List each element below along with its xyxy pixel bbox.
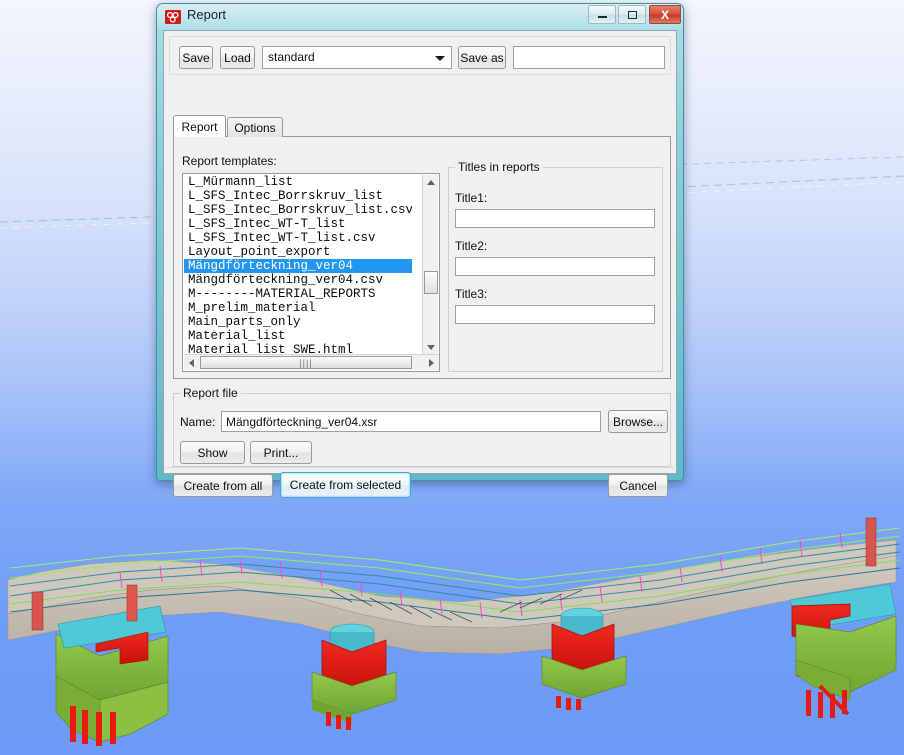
vertical-scrollbar-thumb[interactable] [424, 271, 438, 294]
list-item[interactable]: L_Mürmann_list [184, 175, 412, 189]
window-title: Report [187, 7, 227, 22]
title3-label: Title3: [455, 287, 488, 301]
tab-report[interactable]: Report [173, 115, 226, 137]
create-from-selected-button[interactable]: Create from selected [280, 472, 411, 498]
load-button[interactable]: Load [220, 46, 255, 69]
list-item[interactable]: Mängdförteckning_ver04.csv [184, 273, 412, 287]
list-item[interactable]: L_SFS_Intec_WT-T_list.csv [184, 231, 412, 245]
minimize-button[interactable] [588, 5, 616, 24]
title2-input[interactable] [455, 257, 655, 276]
title1-label: Title1: [455, 191, 488, 205]
horizontal-scrollbar-thumb[interactable]: |||| [200, 356, 412, 369]
list-item[interactable]: L_SFS_Intec_Borrskruv_list [184, 189, 412, 203]
browse-button[interactable]: Browse... [608, 410, 668, 433]
save-button[interactable]: Save [179, 46, 213, 69]
report-dialog[interactable]: Report X Save Load standard Save as Repo… [156, 3, 684, 498]
footer-divider [165, 467, 677, 468]
maximize-icon [619, 6, 645, 23]
listbox-horizontal-scrollbar[interactable]: |||| [184, 354, 439, 370]
list-item[interactable]: M_prelim_material [184, 301, 412, 315]
close-button[interactable]: X [649, 5, 681, 24]
report-templates-list[interactable]: L_Mürmann_list L_SFS_Intec_Borrskruv_lis… [184, 175, 412, 355]
attribute-combobox[interactable]: standard [262, 46, 452, 69]
cancel-button[interactable]: Cancel [608, 474, 668, 497]
titles-in-reports-label: Titles in reports [455, 160, 543, 174]
close-icon: X [660, 7, 669, 22]
attribute-combobox-value: standard [268, 50, 315, 64]
chevron-down-icon[interactable] [435, 56, 445, 61]
list-item[interactable]: Material_list [184, 329, 412, 343]
listbox-vertical-scrollbar[interactable] [422, 175, 438, 355]
tab-options[interactable]: Options [227, 117, 283, 137]
report-templates-listbox[interactable]: L_Mürmann_list L_SFS_Intec_Borrskruv_lis… [182, 173, 440, 372]
list-item[interactable]: L_SFS_Intec_Borrskruv_list.csv [184, 203, 412, 217]
tekla-report-icon [165, 10, 181, 24]
scroll-down-icon[interactable] [423, 340, 438, 355]
list-item-selected[interactable]: Mängdförteckning_ver04 [184, 259, 412, 273]
title-bar[interactable]: Report X [156, 3, 684, 30]
maximize-button[interactable] [618, 5, 646, 24]
list-item[interactable]: Layout_point_export [184, 245, 412, 259]
report-tab-page: Report templates: L_Mürmann_list L_SFS_I… [173, 136, 671, 379]
report-templates-label: Report templates: [182, 154, 277, 168]
scroll-up-icon[interactable] [423, 175, 438, 190]
create-from-all-button[interactable]: Create from all [173, 474, 273, 497]
attribute-toolbar: Save Load standard Save as [169, 36, 671, 75]
list-item[interactable]: M--------MATERIAL_REPORTS [184, 287, 412, 301]
scroll-right-icon[interactable] [424, 355, 439, 370]
title1-input[interactable] [455, 209, 655, 228]
title2-label: Title2: [455, 239, 488, 253]
list-item[interactable]: Main_parts_only [184, 315, 412, 329]
dialog-client-area: Save Load standard Save as Report Option… [163, 30, 677, 498]
title3-input[interactable] [455, 305, 655, 324]
tab-strip: Report Options [173, 115, 671, 137]
save-as-button[interactable]: Save as [458, 46, 506, 69]
report-name-label: Name: [180, 415, 216, 429]
report-name-input[interactable] [221, 411, 601, 432]
report-file-label: Report file [180, 386, 241, 400]
show-button[interactable]: Show [180, 441, 245, 464]
scroll-left-icon[interactable] [184, 355, 199, 370]
print-button[interactable]: Print... [250, 441, 312, 464]
minimize-icon [589, 6, 615, 23]
save-as-input[interactable] [513, 46, 665, 69]
list-item[interactable]: L_SFS_Intec_WT-T_list [184, 217, 412, 231]
